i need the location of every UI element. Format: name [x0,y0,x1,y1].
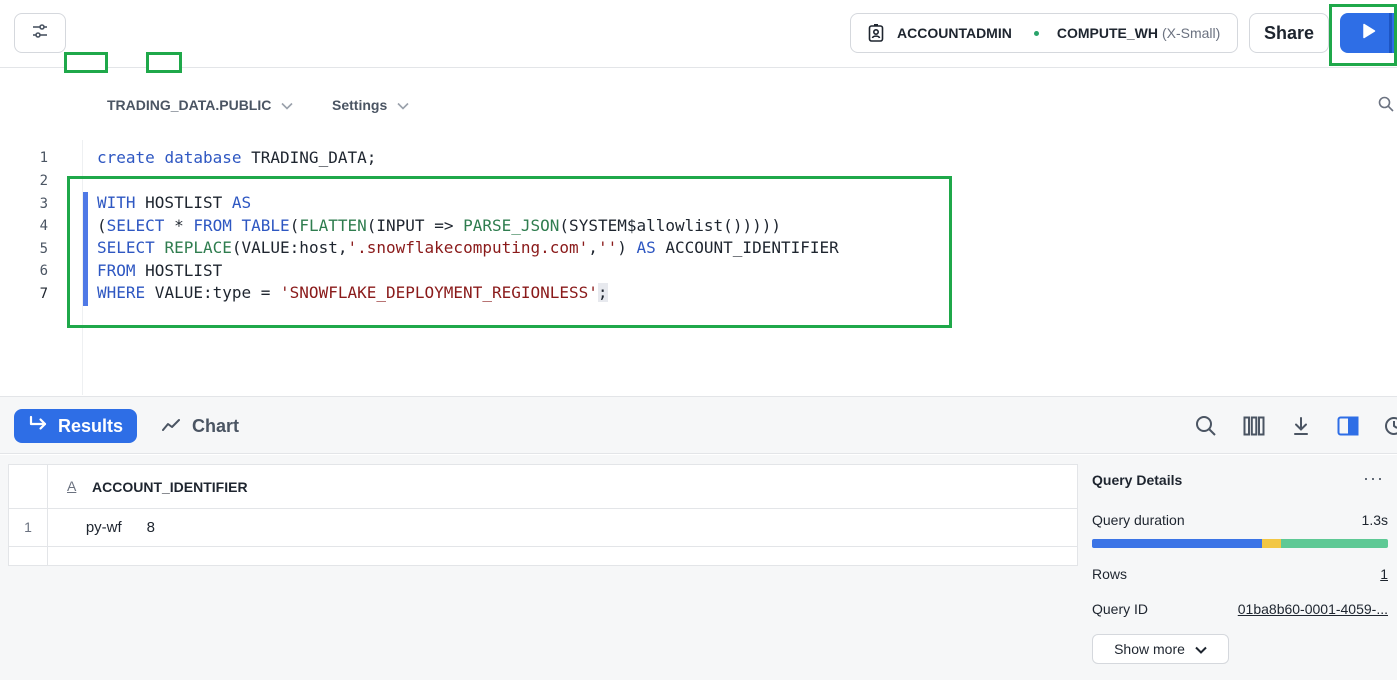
filter-settings-button[interactable] [14,13,66,53]
search-results-icon[interactable] [1194,414,1218,438]
tab-chart-label: Chart [192,415,240,436]
user-badge-icon [867,24,885,42]
results-arrow-icon [14,415,58,438]
results-toolbar: Results Chart [0,396,1397,454]
history-icon[interactable] [1381,414,1397,438]
columns-icon[interactable] [1242,414,1266,438]
redaction-box [64,52,108,73]
rows-value[interactable]: 1 [1380,566,1388,582]
query-details-title: Query Details [1092,472,1183,488]
tab-results[interactable]: Results [14,409,137,443]
role-name: ACCOUNTADMIN [897,25,1012,41]
redaction-box [146,52,182,73]
role-warehouse-selector[interactable]: ACCOUNTADMIN COMPUTE_WH (X-Small) [850,13,1238,53]
line-number: 7 [39,286,48,302]
row-number: 1 [24,519,32,535]
query-details-panel: Query Details ··· Query duration 1.3s Ro… [1080,455,1397,680]
duration-breakdown-bar[interactable] [1092,539,1388,548]
bar-segment-compilation [1092,539,1263,548]
chevron-down-icon [397,97,409,113]
database-schema-selector[interactable]: TRADING_DATA.PUBLIC [107,92,293,118]
download-icon[interactable] [1289,414,1313,438]
bar-segment-provisioning [1262,539,1282,548]
highlight-box-run [1329,4,1397,66]
toggle-details-panel-icon[interactable] [1336,414,1360,438]
warehouse-name: COMPUTE_WH [1056,25,1158,41]
code-line[interactable]: create database TRADING_DATA; [97,148,376,167]
tab-chart[interactable]: Chart [162,409,239,443]
line-number: 6 [39,263,48,279]
line-number: 1 [39,150,48,166]
status-dot [1033,30,1039,36]
highlight-box-query [67,176,952,328]
settings-label: Settings [332,97,388,113]
line-number: 5 [39,241,48,257]
line-number: 3 [39,196,48,212]
warehouse-size: (X-Small) [1161,25,1221,41]
account-identifier-cell[interactable]: py-wf 8 [65,519,155,536]
column-header[interactable]: ACCOUNT_IDENTIFIER [92,479,248,495]
tab-results-label: Results [58,415,124,436]
line-number: 4 [39,218,48,234]
show-more-button[interactable]: Show more [1092,634,1229,664]
search-icon[interactable] [1378,96,1394,117]
grid-header: A ACCOUNT_IDENTIFIER [9,465,1077,509]
settings-dropdown[interactable]: Settings [332,92,409,118]
query-id-value[interactable]: 01ba8b60-0001-4059-... [1238,601,1388,617]
line-number: 2 [39,173,48,189]
line-chart-icon [162,416,192,437]
chevron-down-icon [1185,641,1207,657]
column-type-text-icon: A [67,478,77,494]
chevron-down-icon [281,97,293,113]
more-options-icon[interactable]: ··· [1363,468,1384,489]
table-row[interactable]: 1 py-wf 8 [9,509,1077,547]
show-more-label: Show more [1114,641,1185,657]
top-bar: ACCOUNTADMIN COMPUTE_WH (X-Small) Share [0,0,1397,68]
results-grid: A ACCOUNT_IDENTIFIER 1 py-wf 8 [8,464,1078,566]
database-schema-label: TRADING_DATA.PUBLIC [107,97,272,113]
query-duration-label: Query duration [1092,512,1185,528]
query-duration-value: 1.3s [1361,512,1388,528]
share-button[interactable]: Share [1249,13,1329,53]
bar-segment-execution [1281,539,1388,548]
rows-label: Rows [1092,566,1128,582]
sliders-icon [31,22,49,45]
query-id-label: Query ID [1092,601,1149,617]
